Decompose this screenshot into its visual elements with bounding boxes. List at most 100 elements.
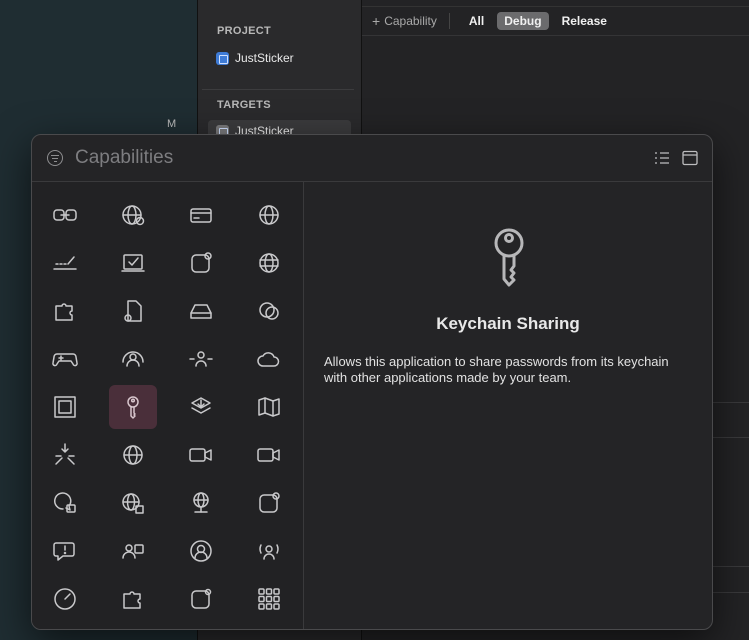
person-arrows-icon	[189, 351, 213, 367]
detail-view-icon[interactable]	[682, 150, 698, 166]
tabbar-divider	[448, 13, 450, 29]
cloud-icon	[257, 352, 280, 367]
capability-tile[interactable]	[245, 385, 293, 429]
plus-icon: +	[372, 13, 381, 29]
globe-badge-icon	[122, 205, 145, 226]
capability-tile[interactable]	[109, 433, 157, 477]
chat-exclamation-icon	[53, 542, 75, 561]
add-capability-button[interactable]: + Capability	[372, 13, 437, 29]
chat-lock-icon	[54, 492, 76, 513]
globe-network-icon	[193, 492, 209, 513]
capability-tile[interactable]	[245, 577, 293, 621]
stack-download-icon	[191, 397, 211, 414]
capability-tile[interactable]	[245, 337, 293, 381]
video-icon	[189, 448, 212, 462]
capability-tile[interactable]	[177, 433, 225, 477]
capability-tile[interactable]	[109, 289, 157, 333]
capability-tile[interactable]	[245, 289, 293, 333]
capability-tile[interactable]	[177, 529, 225, 573]
editor-row-divider	[712, 437, 749, 438]
capability-tile[interactable]	[41, 193, 89, 237]
list-view-icon[interactable]	[654, 150, 670, 166]
capability-title: Keychain Sharing	[436, 314, 580, 333]
capability-tile[interactable]	[245, 481, 293, 525]
capability-tile[interactable]	[41, 241, 89, 285]
gamecontroller-icon	[52, 353, 78, 367]
tab-all[interactable]: All	[462, 12, 491, 30]
editor-row-divider	[712, 566, 749, 567]
capability-tile[interactable]	[41, 385, 89, 429]
project-item[interactable]: JustSticker	[216, 51, 294, 65]
key-icon	[127, 396, 139, 419]
capabilities-search-input[interactable]	[75, 147, 475, 169]
map-icon	[258, 397, 280, 417]
capability-tile[interactable]	[109, 385, 157, 429]
capability-tile[interactable]	[177, 193, 225, 237]
puzzle-outline-icon	[123, 591, 141, 609]
link-icon	[53, 209, 77, 221]
project-item-label: JustSticker	[235, 51, 294, 65]
gauge-icon	[54, 588, 76, 610]
navigator-divider	[202, 89, 354, 90]
capability-tile[interactable]	[109, 337, 157, 381]
filter-icon[interactable]	[47, 150, 63, 166]
capability-tile[interactable]	[109, 481, 157, 525]
globe-icon	[259, 205, 279, 225]
arrows-converge-icon	[55, 443, 75, 465]
project-section-header: PROJECT	[217, 25, 272, 37]
editor-row-divider	[712, 592, 749, 593]
app-badge-icon	[191, 252, 212, 273]
capability-tile[interactable]	[41, 289, 89, 333]
capability-tile[interactable]	[41, 337, 89, 381]
capability-tile[interactable]	[177, 385, 225, 429]
checkmark-window-icon	[121, 254, 145, 272]
globe-grid-icon	[259, 253, 279, 273]
capabilities-library-panel: Keychain Sharing Allows this application…	[31, 134, 713, 630]
globe-new-icon	[123, 445, 143, 465]
capability-tile[interactable]	[177, 289, 225, 333]
overlapping-circles-icon	[259, 302, 279, 320]
capability-tile[interactable]	[109, 241, 157, 285]
capability-tile[interactable]	[177, 577, 225, 621]
person-circle-icon	[190, 540, 212, 562]
drive-icon	[190, 304, 212, 319]
capability-detail: Keychain Sharing Allows this application…	[304, 182, 712, 629]
app-project-icon	[216, 51, 229, 65]
signature-icon	[53, 256, 77, 270]
capabilities-icon-grid	[32, 182, 304, 629]
person-waves-icon	[259, 544, 279, 560]
video-outline-icon	[257, 448, 280, 462]
build-config-tabbar: + Capability All Debug Release	[362, 7, 749, 36]
tab-release[interactable]: Release	[555, 12, 614, 30]
capability-tile[interactable]	[177, 337, 225, 381]
capability-tile[interactable]	[177, 481, 225, 525]
capability-tile[interactable]	[41, 433, 89, 477]
globe-puzzle-icon	[122, 493, 144, 514]
add-capability-label: Capability	[384, 14, 437, 28]
capability-tile[interactable]	[245, 433, 293, 477]
capability-tile[interactable]	[109, 193, 157, 237]
capability-tile[interactable]	[41, 529, 89, 573]
app-dot-small-icon	[191, 588, 212, 609]
key-icon	[485, 227, 533, 293]
capability-tile[interactable]	[109, 529, 157, 573]
capability-tile[interactable]	[109, 577, 157, 621]
editor-row-divider	[712, 402, 749, 403]
person-wave-icon	[122, 351, 144, 367]
capability-tile[interactable]	[245, 241, 293, 285]
panel-header	[32, 135, 712, 182]
card-icon	[190, 208, 212, 223]
capability-tile[interactable]	[245, 193, 293, 237]
tab-debug[interactable]: Debug	[497, 12, 549, 30]
capability-description: Allows this application to share passwor…	[324, 354, 669, 385]
desktop-label: M	[167, 118, 177, 130]
capability-tile[interactable]	[177, 241, 225, 285]
document-gear-icon	[124, 300, 142, 322]
puzzle-icon	[55, 303, 73, 321]
capability-tile[interactable]	[41, 481, 89, 525]
frame-icon	[54, 396, 76, 418]
capability-tile[interactable]	[41, 577, 89, 621]
grid-dots-icon	[258, 588, 280, 610]
capability-tile[interactable]	[245, 529, 293, 573]
people-screen-icon	[122, 544, 144, 559]
